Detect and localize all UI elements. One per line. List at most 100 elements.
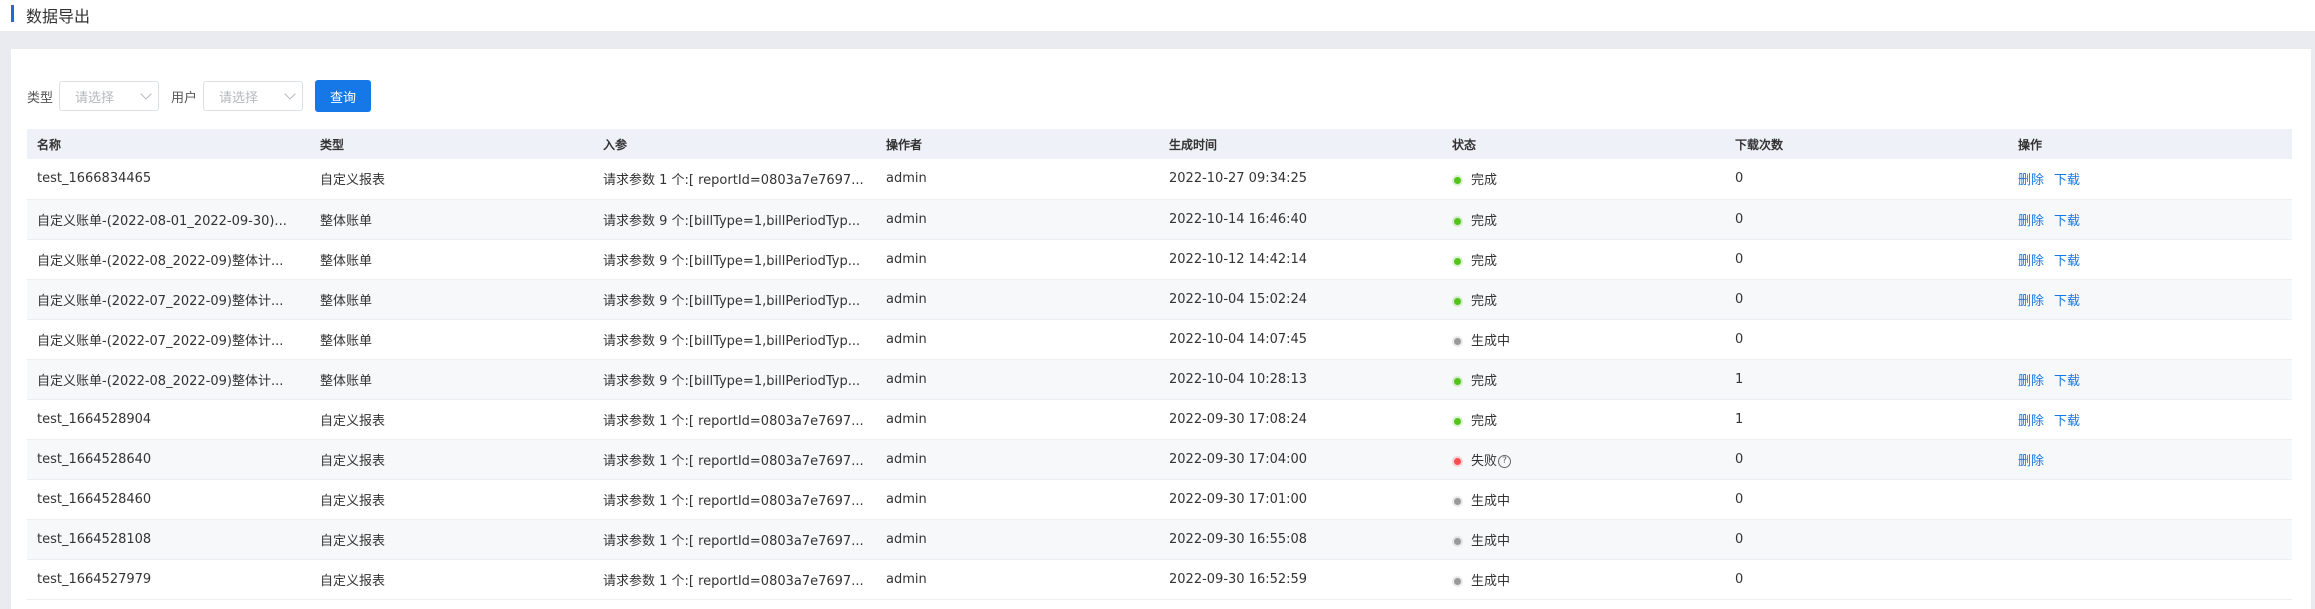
cell-type: 自定义报表 — [320, 173, 386, 189]
type-select-placeholder: 请选择 — [75, 90, 115, 106]
delete-link[interactable]: 删除 — [2018, 294, 2044, 309]
cell-status: 生成中 — [1442, 479, 1725, 519]
status-text: 生成中 — [1471, 493, 1511, 509]
page-header: 数据导出 — [0, 0, 2315, 31]
status-text: 完成 — [1471, 173, 1498, 189]
status-dot-icon — [1454, 257, 1461, 265]
status-dot-icon — [1454, 497, 1461, 505]
download-link[interactable]: 下载 — [2054, 374, 2080, 389]
download-link[interactable]: 下载 — [2054, 173, 2080, 188]
cell-time: 2022-10-04 14:07:45 — [1169, 331, 1308, 347]
table-row: test_1664527979 自定义报表 请求参数 1 个:[ reportId=… — [27, 559, 2292, 599]
download-link[interactable]: 下载 — [2054, 254, 2080, 269]
cell-status: 完成 — [1442, 239, 1725, 279]
cell-operator: admin — [886, 331, 927, 347]
cell-name: test_1664528460 — [37, 491, 152, 507]
cell-time: 2022-09-30 16:55:08 — [1169, 531, 1308, 547]
status-text: 生成中 — [1471, 573, 1511, 589]
cell-operator: admin — [886, 531, 927, 547]
status-dot-icon — [1454, 537, 1461, 545]
cell-time: 2022-09-30 17:04:00 — [1169, 451, 1308, 467]
cell-operator: admin — [886, 211, 927, 227]
delete-link[interactable]: 删除 — [2018, 254, 2044, 269]
cell-params: 请求参数 9 个:[billType=1,billPeriodTyp... — [603, 293, 861, 309]
delete-link[interactable]: 删除 — [2018, 374, 2044, 389]
cell-time: 2022-10-04 10:28:13 — [1169, 371, 1308, 387]
status-text: 完成 — [1471, 253, 1498, 269]
column-header-actions: 操作 — [2018, 137, 2043, 152]
cell-operator: admin — [886, 571, 927, 587]
download-link[interactable]: 下载 — [2054, 214, 2080, 229]
status-text: 完成 — [1471, 213, 1498, 229]
cell-operator: admin — [886, 171, 927, 187]
status-dot-icon — [1454, 337, 1461, 345]
cell-type: 整体账单 — [320, 293, 373, 309]
delete-link[interactable]: 删除 — [2018, 414, 2044, 429]
cell-operator: admin — [886, 411, 927, 427]
cell-downloads: 0 — [1735, 531, 1744, 547]
status-text: 生成中 — [1471, 533, 1511, 549]
table-row: test_1664528640 自定义报表 请求参数 1 个:[ reportId=… — [27, 439, 2292, 479]
column-header-time: 生成时间 — [1169, 137, 1218, 152]
cell-params: 请求参数 1 个:[ reportId=0803a7e7697... — [603, 453, 864, 469]
type-select[interactable]: 请选择 — [59, 81, 160, 111]
delete-link[interactable]: 删除 — [2018, 214, 2044, 229]
search-button[interactable]: 查询 — [315, 80, 372, 112]
cell-params: 请求参数 9 个:[billType=1,billPeriodTyp... — [603, 253, 861, 269]
cell-downloads: 0 — [1735, 491, 1744, 507]
cell-actions: 删除 下载 — [2008, 359, 2292, 399]
cell-name: 自定义账单-(2022-08_2022-09)整体计... — [37, 373, 284, 389]
user-select-placeholder: 请选择 — [219, 90, 259, 106]
table-row: test_1664528904 自定义报表 请求参数 1 个:[ reportId=… — [27, 399, 2292, 439]
status-text: 完成 — [1471, 293, 1498, 309]
column-header-name: 名称 — [37, 137, 62, 152]
download-link[interactable]: 下载 — [2054, 414, 2080, 429]
cell-type: 自定义报表 — [320, 533, 386, 549]
cell-status: 失败? — [1442, 439, 1725, 479]
cell-name: test_1664528904 — [37, 411, 152, 427]
status-text: 失败 — [1471, 453, 1498, 469]
table-row: 自定义账单-(2022-07_2022-09)整体计... 整体账单 请求参数 9 … — [27, 319, 2292, 359]
status-dot-icon — [1454, 377, 1461, 385]
cell-time: 2022-10-04 15:02:24 — [1169, 291, 1308, 307]
cell-name: test_1666834465 — [37, 171, 152, 187]
cell-status: 生成中 — [1442, 559, 1725, 599]
column-header-operator: 操作者 — [886, 137, 923, 152]
cell-name: test_1664528640 — [37, 451, 152, 467]
cell-actions: 删除 下载 — [2008, 159, 2292, 199]
status-dot-icon — [1454, 297, 1461, 305]
cell-time: 2022-09-30 17:01:00 — [1169, 491, 1308, 507]
download-link[interactable]: 下载 — [2054, 294, 2080, 309]
cell-status: 生成中 — [1442, 319, 1725, 359]
cell-downloads: 0 — [1735, 331, 1744, 347]
page-title: 数据导出 — [26, 7, 91, 26]
cell-type: 整体账单 — [320, 253, 373, 269]
table-row: 自定义账单-(2022-08_2022-09)整体计... 整体账单 请求参数 9 … — [27, 239, 2292, 279]
cell-time: 2022-09-30 16:52:59 — [1169, 571, 1308, 587]
delete-link[interactable]: 删除 — [2018, 454, 2044, 469]
cell-downloads: 1 — [1735, 371, 1744, 387]
cell-type: 自定义报表 — [320, 413, 386, 429]
cell-downloads: 0 — [1735, 211, 1744, 227]
cell-type: 整体账单 — [320, 373, 373, 389]
cell-name: 自定义账单-(2022-08-01_2022-09-30)... — [37, 213, 287, 229]
cell-type: 整体账单 — [320, 333, 373, 349]
cell-downloads: 0 — [1735, 251, 1744, 267]
table-row: 自定义账单-(2022-08-01_2022-09-30)... 整体账单 请求参数… — [27, 199, 2292, 239]
help-icon[interactable]: ? — [1498, 454, 1512, 468]
cell-time: 2022-10-14 16:46:40 — [1169, 211, 1308, 227]
cell-operator: admin — [886, 491, 927, 507]
cell-type: 自定义报表 — [320, 493, 386, 509]
cell-status: 完成 — [1442, 159, 1725, 199]
status-text: 完成 — [1471, 373, 1498, 389]
cell-params: 请求参数 9 个:[billType=1,billPeriodTyp... — [603, 213, 861, 229]
user-filter-label: 用户 — [171, 90, 198, 106]
column-header-downloads: 下载次数 — [1735, 137, 1784, 152]
cell-type: 自定义报表 — [320, 573, 386, 589]
cell-actions: 删除 下载 — [2008, 199, 2292, 239]
cell-params: 请求参数 9 个:[billType=1,billPeriodTyp... — [603, 333, 861, 349]
cell-params: 请求参数 1 个:[ reportId=0803a7e7697... — [603, 573, 864, 589]
user-select[interactable]: 请选择 — [203, 81, 304, 111]
filter-bar: 类型 请选择 用户 请选择 查询 — [27, 80, 372, 112]
delete-link[interactable]: 删除 — [2018, 173, 2044, 188]
